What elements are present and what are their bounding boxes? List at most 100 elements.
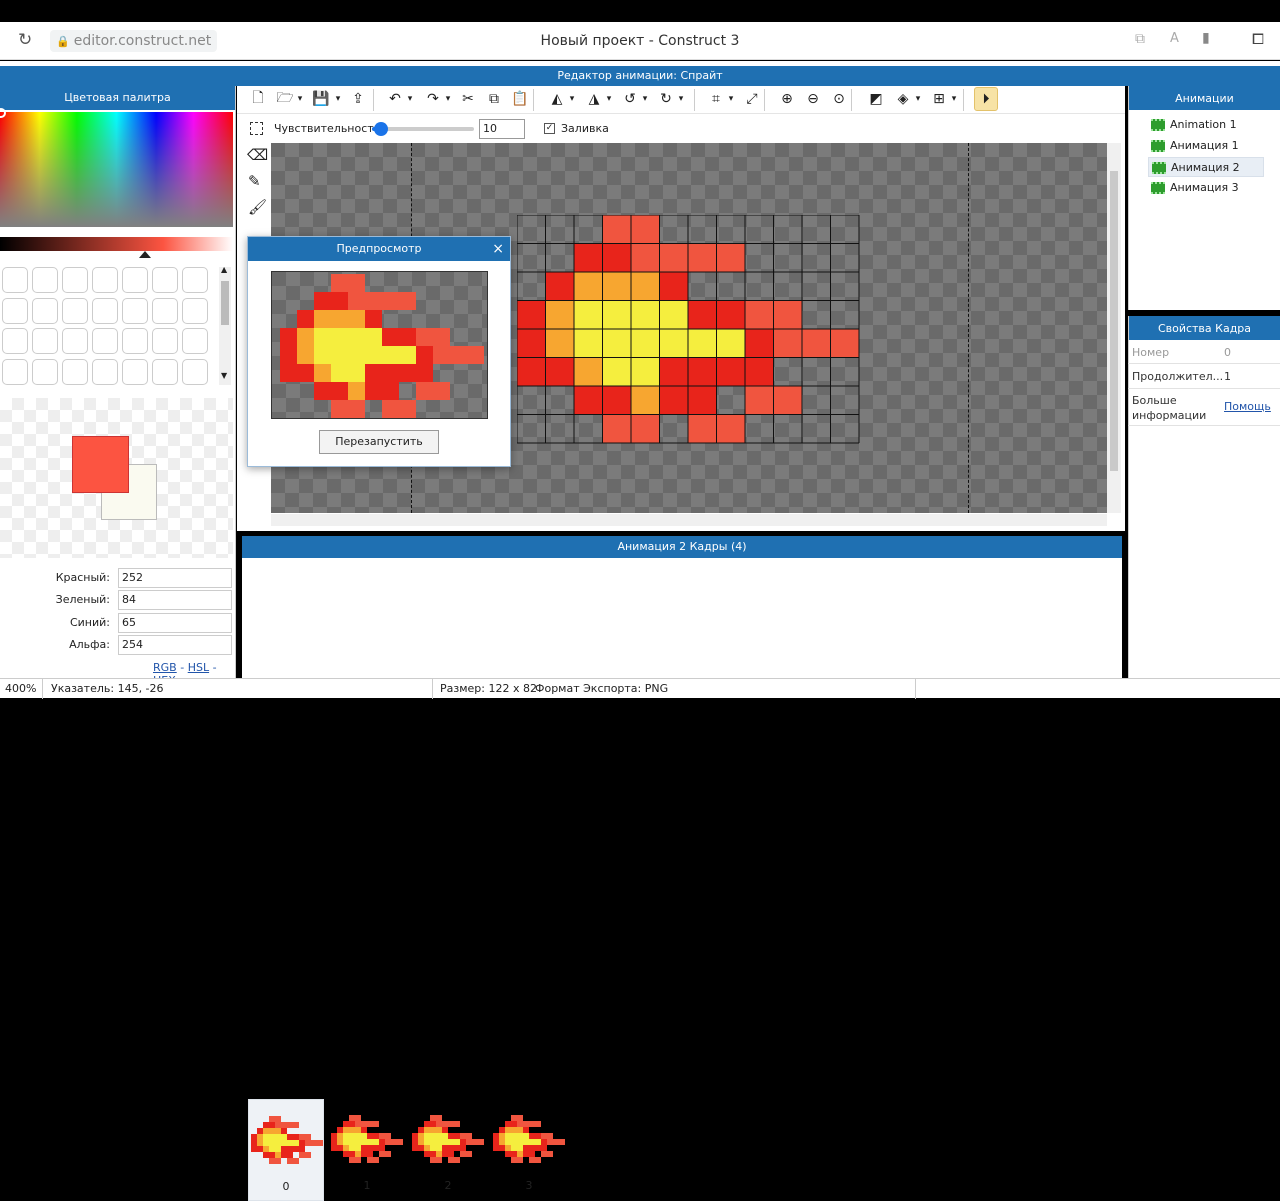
frame-thumbnail[interactable]: 2	[410, 1099, 486, 1201]
animation-item[interactable]: Animation 1	[1148, 115, 1264, 135]
swatch[interactable]	[182, 267, 208, 293]
green-input[interactable]: 84	[118, 590, 232, 610]
redo-icon[interactable]: ↷	[422, 88, 444, 110]
play-preview-icon[interactable]: ⏵	[974, 87, 998, 111]
slider-thumb[interactable]	[374, 122, 389, 136]
animation-item[interactable]: Анимация 1	[1148, 136, 1264, 156]
duration-input[interactable]: 1	[1224, 370, 1231, 383]
spectrum-cursor[interactable]	[0, 108, 6, 118]
scroll-down-icon[interactable]: ▼	[221, 371, 227, 380]
undo-icon[interactable]: ↶	[384, 88, 406, 110]
swatch[interactable]	[152, 328, 178, 354]
flip-h-icon[interactable]: ◭	[546, 88, 568, 110]
help-link[interactable]: Помощь	[1224, 400, 1271, 413]
install-icon[interactable]: ⧉	[1135, 31, 1145, 47]
dropdown-icon[interactable]: ▾	[333, 88, 343, 110]
dropdown-icon[interactable]: ▾	[726, 88, 736, 110]
swatch[interactable]	[32, 267, 58, 293]
fill-checkbox[interactable]: ✓	[544, 123, 555, 134]
scroll-up-icon[interactable]: ▲	[221, 265, 227, 274]
zoom-out-icon[interactable]: ⊖	[802, 88, 824, 110]
brush-icon[interactable]: 🖌	[248, 198, 267, 216]
feedback-icon[interactable]: ⧠	[1252, 30, 1264, 48]
rgb-link[interactable]: RGB	[153, 661, 177, 674]
swatch[interactable]	[182, 328, 208, 354]
lightness-thumb-icon[interactable]	[139, 251, 151, 258]
paste-icon[interactable]: 📋	[509, 88, 531, 110]
select-icon[interactable]	[250, 122, 263, 135]
sensitivity-input[interactable]: 10	[479, 119, 525, 139]
swatch[interactable]	[32, 358, 58, 385]
swatch[interactable]	[32, 297, 58, 324]
red-input[interactable]: 252	[118, 568, 232, 588]
alpha-icon[interactable]: ◩	[865, 88, 887, 110]
frame-thumbnail[interactable]: 1	[329, 1099, 405, 1201]
swatch[interactable]	[122, 358, 148, 385]
dropdown-icon[interactable]: ▾	[295, 88, 305, 110]
blue-input[interactable]: 65	[118, 613, 232, 633]
hsl-link[interactable]: HSL	[188, 661, 209, 674]
dropdown-icon[interactable]: ▾	[949, 88, 959, 110]
frame-thumbnail[interactable]: 3	[491, 1099, 567, 1201]
dropdown-icon[interactable]: ▾	[443, 88, 453, 110]
animation-item[interactable]: Анимация 3	[1148, 178, 1264, 198]
layers-icon[interactable]: ◈	[892, 88, 914, 110]
color-spectrum[interactable]	[0, 108, 233, 227]
cut-icon[interactable]: ✂	[457, 88, 479, 110]
swatch[interactable]	[92, 328, 118, 354]
swatch[interactable]	[2, 328, 28, 354]
swatch[interactable]	[152, 358, 178, 385]
swatch[interactable]	[2, 358, 28, 385]
new-file-icon[interactable]: 🗋	[247, 88, 269, 110]
swatch[interactable]	[2, 267, 28, 293]
translate-icon[interactable]: A	[1170, 31, 1179, 46]
dropdown-icon[interactable]: ▾	[640, 88, 650, 110]
swatch[interactable]	[122, 297, 148, 324]
zoom-fit-icon[interactable]: ⊙	[828, 88, 850, 110]
resize-icon[interactable]: ⤢	[741, 88, 763, 110]
animation-item[interactable]: Анимация 2	[1148, 157, 1264, 177]
restart-button[interactable]: Перезапустить	[319, 430, 439, 454]
alpha-input[interactable]: 254	[118, 635, 232, 655]
sensitivity-slider[interactable]	[372, 122, 474, 136]
swatch[interactable]	[62, 328, 88, 354]
dropdown-icon[interactable]: ▾	[913, 88, 923, 110]
dropdown-icon[interactable]: ▾	[405, 88, 415, 110]
swatch[interactable]	[32, 328, 58, 354]
export-icon[interactable]: ⇪	[347, 88, 369, 110]
swatch[interactable]	[62, 267, 88, 293]
dropdown-icon[interactable]: ▾	[604, 88, 614, 110]
bookmark-icon[interactable]: ▮	[1202, 30, 1210, 46]
canvas-hscroll[interactable]	[271, 514, 1107, 526]
swatch[interactable]	[92, 267, 118, 293]
swatch[interactable]	[152, 267, 178, 293]
dropdown-icon[interactable]: ▾	[676, 88, 686, 110]
copy-icon[interactable]: ⧉	[483, 88, 505, 110]
swatch[interactable]	[62, 297, 88, 324]
eraser-icon[interactable]: ⌫	[247, 146, 268, 164]
swatch[interactable]	[62, 358, 88, 385]
grid-icon[interactable]: ⊞	[928, 88, 950, 110]
save-icon[interactable]: 💾	[310, 88, 332, 110]
swatch[interactable]	[92, 358, 118, 385]
crop-icon[interactable]: ⌗	[705, 88, 727, 110]
swatch[interactable]	[122, 328, 148, 354]
lightness-slider[interactable]	[0, 237, 233, 251]
canvas-vscroll[interactable]	[1107, 143, 1121, 513]
sprite-image[interactable]	[517, 215, 863, 447]
swatch[interactable]	[182, 358, 208, 385]
swatch[interactable]	[152, 297, 178, 324]
swatch[interactable]	[92, 297, 118, 324]
open-folder-icon[interactable]: 🗁	[274, 88, 296, 110]
primary-color[interactable]	[72, 436, 129, 493]
swatch[interactable]	[122, 267, 148, 293]
dropdown-icon[interactable]: ▾	[567, 88, 577, 110]
pencil-icon[interactable]: ✎	[248, 172, 261, 190]
flip-v-icon[interactable]: ◮	[583, 88, 605, 110]
swatch[interactable]	[2, 297, 28, 324]
swatch[interactable]	[182, 297, 208, 324]
close-icon[interactable]: ×	[492, 237, 504, 261]
zoom-in-icon[interactable]: ⊕	[776, 88, 798, 110]
swatch-scrollbar[interactable]: ▲ ▼	[219, 265, 231, 385]
rotate-ccw-icon[interactable]: ↺	[619, 88, 641, 110]
